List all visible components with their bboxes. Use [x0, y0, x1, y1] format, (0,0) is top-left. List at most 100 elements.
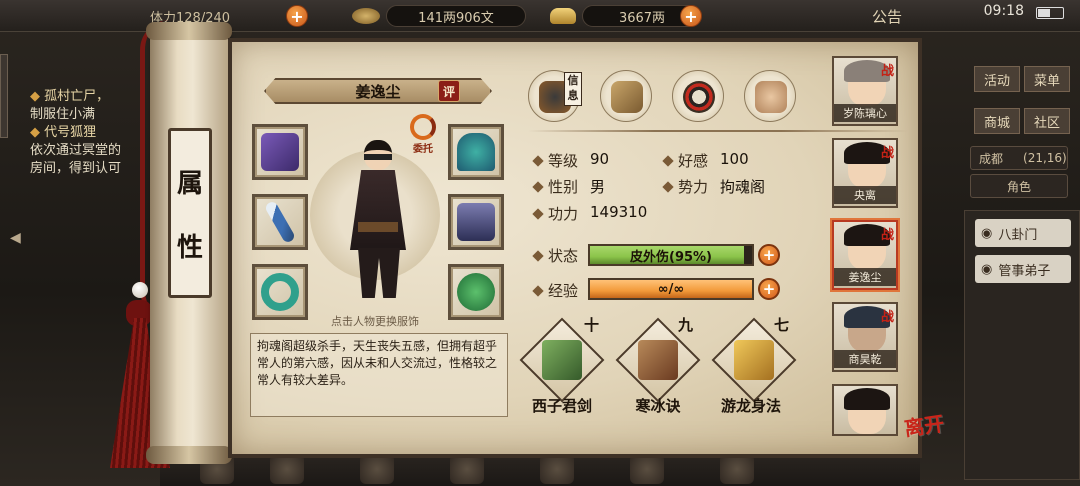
bagua-icon [683, 81, 715, 113]
entrust-icon [410, 114, 436, 140]
diamond-icon [532, 249, 544, 262]
status-label-text: 状态 [548, 247, 579, 265]
location-name: 成都 [979, 151, 1004, 166]
npc-list: ◉ 八卦门 ◉ 管事弟子 [964, 210, 1080, 480]
person-icon: ◉ [981, 225, 993, 241]
battle-mark: 战 [880, 146, 894, 161]
equip-slot-gloves[interactable] [252, 124, 308, 180]
dock-button[interactable] [630, 454, 664, 484]
menu-button[interactable]: 菜单 [1024, 66, 1070, 92]
martial-level-2: 九 [678, 316, 694, 334]
shop-button[interactable]: 商城 [974, 108, 1020, 134]
status-bar: 皮外伤(95%) [588, 244, 754, 266]
list-item[interactable]: ◉ 八卦门 [975, 219, 1071, 247]
location-coords: (21,16) [1023, 151, 1067, 165]
ingot-icon [550, 8, 576, 24]
party-member-1[interactable]: 战 岁陈璃心 [832, 56, 898, 126]
exp-bar-text: ∞/∞ [657, 281, 685, 297]
martial-name-2: 寒冰诀 [635, 397, 681, 415]
scroll-title-char-2: 性 [176, 232, 203, 263]
dock-button[interactable] [270, 454, 304, 484]
left-arrow-icon[interactable]: ◀ [10, 230, 21, 246]
body-tab[interactable] [744, 70, 796, 122]
eval-button[interactable]: 评 [438, 80, 460, 102]
dock-button[interactable] [720, 454, 754, 484]
list-item-label: 八卦门 [998, 227, 1038, 243]
left-drawer-tab[interactable] [0, 54, 8, 138]
party-member-3[interactable]: 战 姜逸尘 [832, 220, 898, 290]
notice-button[interactable]: 公告 [872, 6, 902, 27]
favor-value: 100 [720, 150, 749, 168]
coin-icon [352, 8, 380, 24]
equip-slot-weapon[interactable] [252, 194, 308, 250]
exp-label: 经验 [532, 280, 579, 301]
martial-scroll-icon-1 [542, 340, 582, 380]
equip-slot-armor[interactable] [448, 194, 504, 250]
diamond-icon [532, 154, 544, 167]
party-name: 姜逸尘 [834, 268, 896, 286]
scroll-title-plate: 属 性 [168, 128, 212, 298]
party-name: 央离 [834, 186, 896, 204]
list-item[interactable]: ◉ 管事弟子 [975, 255, 1071, 283]
equip-slot-ring[interactable] [252, 264, 308, 320]
gender-label: 性别 [532, 176, 579, 197]
armor-icon [457, 203, 495, 241]
right-side-panel: 活动 菜单 商城 社区 成都 (21,16) 角色 ◉ 八卦门 ◉ 管事弟子 [964, 50, 1080, 480]
diamond-icon [532, 284, 544, 297]
info-tag: 信息 [564, 72, 582, 106]
equip-slot-hat[interactable] [448, 124, 504, 180]
role-tab[interactable]: 角色 [970, 174, 1068, 198]
dock-button[interactable] [450, 454, 484, 484]
stamina-plus-button[interactable]: + [286, 5, 308, 27]
list-item-label: 管事弟子 [998, 263, 1051, 279]
bagua-tab[interactable] [672, 70, 724, 122]
gender-value: 男 [590, 178, 606, 196]
person-icon: ◉ [981, 261, 993, 277]
favor-label: 好感 [662, 150, 708, 171]
equip-slot-accessory[interactable] [448, 264, 504, 320]
gender-label-text: 性别 [548, 178, 579, 196]
exp-bar: ∞/∞ [588, 278, 754, 300]
faction-label-text: 势力 [678, 178, 709, 196]
diamond-icon [662, 154, 674, 167]
character-name: 姜逸尘 [355, 82, 401, 101]
community-button[interactable]: 社区 [1024, 108, 1070, 134]
power-label: 功力 [532, 203, 579, 224]
level-value: 90 [590, 150, 610, 168]
martial-book-icon-2 [638, 340, 678, 380]
level-label: 等级 [532, 150, 578, 171]
party-member-5[interactable] [832, 384, 898, 436]
leave-button[interactable]: 离开 [902, 407, 946, 441]
character-legs [358, 248, 400, 298]
diamond-icon [662, 180, 674, 193]
party-member-4[interactable]: 战 商昊乾 [832, 302, 898, 372]
scroll-icon [611, 81, 643, 113]
gloves-icon [261, 133, 299, 171]
activity-button[interactable]: 活动 [974, 66, 1020, 92]
status-bar-text: 皮外伤(95%) [630, 249, 712, 265]
character-portrait[interactable] [340, 140, 420, 305]
scroll-tab[interactable] [600, 70, 652, 122]
martial-level-1: 十 [584, 316, 600, 334]
martial-name-3: 游龙身法 [720, 397, 781, 415]
exp-plus-button[interactable]: + [758, 278, 780, 300]
party-name: 岁陈璃心 [834, 104, 896, 122]
battle-mark: 战 [880, 64, 894, 79]
money-display: 141两906文 [352, 5, 526, 27]
status-label: 状态 [532, 245, 579, 266]
power-value: 149310 [590, 203, 648, 221]
gold-plus-button[interactable]: + [680, 5, 702, 27]
party-member-2[interactable]: 战 央离 [832, 138, 898, 208]
power-label-text: 功力 [548, 205, 579, 223]
dock-button[interactable] [540, 454, 574, 484]
money-text: 141两906文 [386, 5, 526, 27]
heal-plus-button[interactable]: + [758, 244, 780, 266]
hat-icon [457, 133, 495, 171]
martial-level-3: 七 [774, 316, 790, 334]
battle-mark: 战 [880, 310, 894, 325]
dock-button[interactable] [360, 454, 394, 484]
exp-label-text: 经验 [548, 282, 579, 300]
location-bar: 成都 (21,16) [970, 146, 1068, 170]
outfit-hint: 点击人物更换服饰 [331, 315, 419, 328]
scroll-title-char-1: 属 [176, 168, 203, 199]
